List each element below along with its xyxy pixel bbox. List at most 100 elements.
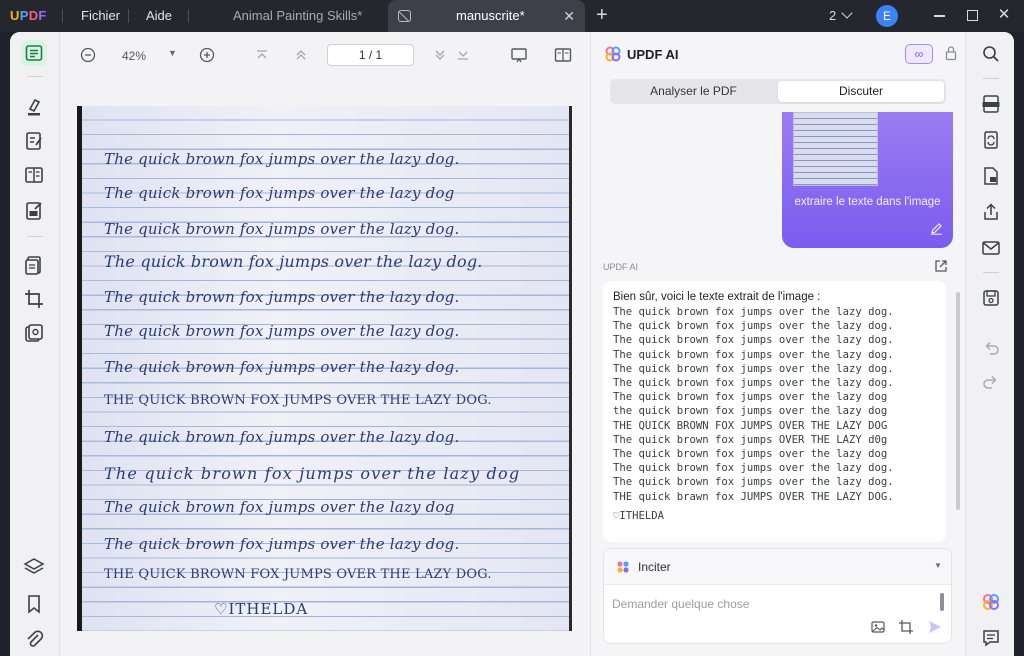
chat-scrollbar[interactable] <box>956 292 960 510</box>
ai-response-line: The quick brown fox jumps over the lazy … <box>613 448 888 461</box>
next-page-icon[interactable] <box>433 48 447 62</box>
document-canvas: The quick brown fox jumps over the lazy … <box>60 78 590 656</box>
ai-response-line: The quick brown fox jumps OVER THE LAZY … <box>613 433 888 446</box>
chat-input-box: Inciter ▼ Demander quelque chose <box>603 548 952 644</box>
comments-icon[interactable] <box>981 628 1001 648</box>
handwritten-signature: ♡ITHELDA <box>214 600 309 618</box>
user-message-bubble: extraire le texte dans l'image <box>782 112 953 248</box>
redo-icon[interactable] <box>981 372 1001 392</box>
viewer-toolbar: 42% ▼ 1 / 1 <box>60 32 590 78</box>
crop-page-icon[interactable] <box>23 288 45 310</box>
menu-file[interactable]: Fichier <box>81 8 120 23</box>
send-icon[interactable] <box>927 619 943 635</box>
protect-document-icon[interactable] <box>981 166 1001 186</box>
handwritten-line: The quick brown fox jumps over the lazy … <box>104 150 460 168</box>
handwritten-line: The quick brown fox jumps over the lazy … <box>104 184 455 202</box>
bookmark-icon[interactable] <box>23 593 45 615</box>
tab-label: manuscrite* <box>456 8 525 23</box>
edit-message-icon[interactable] <box>930 222 943 235</box>
updf-ai-logo-icon <box>605 46 621 62</box>
avatar[interactable]: E <box>876 5 898 27</box>
chat-thread: extraire le texte dans l'image UPDF AI B… <box>591 112 966 542</box>
convert-icon[interactable] <box>981 130 1001 150</box>
share-icon[interactable] <box>981 202 1001 222</box>
attached-image-thumbnail[interactable] <box>793 112 878 186</box>
ai-mode-switch: Analyser le PDF Discuter <box>610 79 946 104</box>
layers-icon[interactable] <box>23 556 45 578</box>
minimize-button[interactable] <box>930 5 950 25</box>
ai-panel: UPDF AI ∞ Analyser le PDF Discuter extra… <box>590 32 965 656</box>
tab-chat[interactable]: Discuter <box>778 81 944 102</box>
fill-sign-icon[interactable] <box>23 200 45 222</box>
handwritten-line: The quick brown fox jumps over the lazy … <box>104 322 460 340</box>
close-tab-icon[interactable]: ✕ <box>563 0 575 32</box>
zoom-level[interactable]: 42% <box>122 49 146 63</box>
presentation-icon[interactable] <box>510 46 528 64</box>
ai-response-line: THE QUICK BROWN FOX JUMPS OVER THE LAZY … <box>613 419 888 432</box>
email-icon[interactable] <box>981 238 1001 258</box>
previous-page-icon[interactable] <box>294 48 308 62</box>
save-icon[interactable] <box>981 288 1001 308</box>
handwritten-line: The quick brown fox jumps over the lazy … <box>104 358 460 376</box>
input-scrollbar[interactable] <box>940 593 944 611</box>
image-upload-icon[interactable] <box>870 619 886 635</box>
sidebar-divider <box>27 236 43 237</box>
caret-down-icon[interactable]: ▼ <box>934 561 942 570</box>
protect-pdf-icon[interactable] <box>23 322 45 344</box>
handwritten-page: The quick brown fox jumps over the lazy … <box>77 106 572 631</box>
handwritten-line: THE QUICK BROWN FOX JUMPS OVER THE LAZY … <box>104 567 492 582</box>
ask-input[interactable]: Demander quelque chose <box>612 597 749 611</box>
menu-help[interactable]: Aide <box>146 8 172 23</box>
undo-icon[interactable] <box>981 338 1001 358</box>
prompt-selector[interactable]: Inciter ▼ <box>604 549 951 585</box>
ai-response-line: THE quick brawn fox JUMPS OVER THE LAZY … <box>613 490 894 503</box>
ai-sender-label: UPDF AI <box>603 262 639 272</box>
zoom-in-icon[interactable] <box>199 47 215 63</box>
ai-response-line: the quick brown fox jumps over the lazy … <box>613 405 888 418</box>
lock-icon[interactable] <box>945 45 957 61</box>
ai-response-line: The quick brown fox jumps over the lazy … <box>613 362 894 375</box>
attachment-icon[interactable] <box>23 628 45 650</box>
tab-analyze-pdf[interactable]: Analyser le PDF <box>610 79 777 104</box>
prompt-icon <box>617 561 629 573</box>
updf-ai-icon[interactable] <box>981 592 1001 612</box>
open-external-icon[interactable] <box>934 259 948 273</box>
comment-highlighter-icon[interactable] <box>23 96 45 118</box>
reader-mode-icon[interactable] <box>21 40 47 66</box>
tab-manuscrite[interactable]: manuscrite* ✕ <box>388 0 585 32</box>
window-count[interactable]: 2 <box>829 8 836 23</box>
close-window-button[interactable]: ✕ <box>994 5 1014 25</box>
tab-animal-painting[interactable]: Animal Painting Skills* <box>205 0 385 32</box>
main-window: 42% ▼ 1 / 1 The quick brown fox jumps ov… <box>10 32 1014 656</box>
unlink-icon <box>398 10 411 22</box>
maximize-button[interactable] <box>962 5 982 25</box>
zoom-dropdown-icon[interactable]: ▼ <box>168 48 177 58</box>
zoom-out-icon[interactable] <box>80 47 96 63</box>
handwritten-line: The quick brown fox jumps over the lazy … <box>104 288 460 306</box>
user-message-text: extraire le texte dans l'image <box>794 196 941 208</box>
organize-pages-icon[interactable] <box>23 164 45 186</box>
right-tool-sidebar <box>965 32 1014 656</box>
prompt-label: Inciter <box>638 560 671 574</box>
page-layout-icon[interactable] <box>554 46 572 64</box>
ai-response-line: The quick brown fox jumps over the lazy … <box>613 306 894 318</box>
ai-panel-title: UPDF AI <box>627 47 679 62</box>
unlimited-badge[interactable]: ∞ <box>905 44 933 64</box>
page-number-input[interactable]: 1 / 1 <box>327 44 414 66</box>
new-tab-button[interactable]: + <box>596 4 608 26</box>
ai-response-line: The quick brown fox jumps over the lazy … <box>613 348 894 361</box>
screenshot-crop-icon[interactable] <box>898 619 914 635</box>
ai-response-line: The quick brown fox jumps over the lazy … <box>613 334 894 347</box>
chevron-down-icon[interactable] <box>841 7 853 19</box>
title-bar: UPDF Fichier Aide Animal Painting Skills… <box>0 0 1024 32</box>
convert-pdf-icon[interactable] <box>23 254 45 276</box>
ocr-icon[interactable] <box>981 94 1001 114</box>
tab-label: Animal Painting Skills* <box>233 8 363 23</box>
last-page-icon[interactable] <box>456 48 470 62</box>
handwritten-line: The quick brown fox jumps over the lazy … <box>104 252 483 271</box>
handwritten-line: The quick brown fox jumps over the lazy … <box>104 498 455 516</box>
search-icon[interactable] <box>981 44 1001 64</box>
first-page-icon[interactable] <box>255 48 269 62</box>
edit-pdf-icon[interactable] <box>23 130 45 152</box>
handwritten-line: The quick brown fox jumps over the lazy … <box>104 428 460 446</box>
